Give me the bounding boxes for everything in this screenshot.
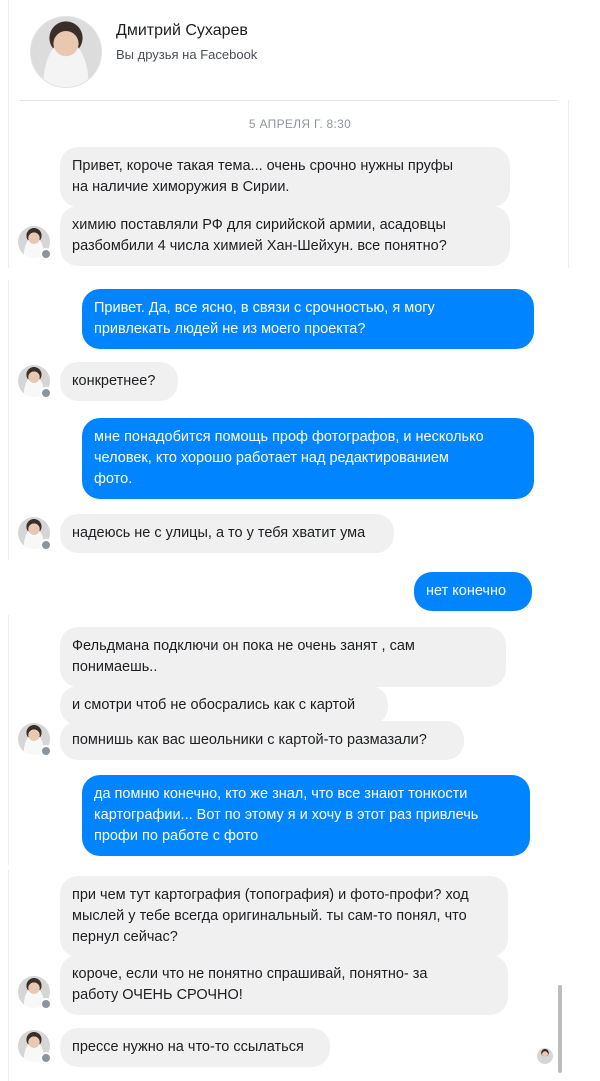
message-bubble[interactable]: при чем тут картография (топография) и ф… xyxy=(60,876,508,957)
message-bubble[interactable]: и смотри чтоб не обосрались как с картой xyxy=(60,686,388,725)
message-bubble[interactable]: надеюсь не с улицы, а то у тебя хватит у… xyxy=(60,514,394,553)
facebook-badge-icon xyxy=(40,248,52,260)
message-bubble[interactable]: прессе нужно на что-то ссылаться xyxy=(60,1028,330,1067)
message-bubble[interactable]: нет конечно xyxy=(414,572,532,611)
sender-avatar[interactable] xyxy=(18,723,52,757)
scrollbar-thumb[interactable] xyxy=(558,985,562,1073)
read-receipt-avatar xyxy=(537,1048,553,1064)
segment-edge xyxy=(8,870,9,1081)
facebook-badge-icon xyxy=(40,998,52,1010)
sender-avatar[interactable] xyxy=(18,226,52,260)
sender-avatar[interactable] xyxy=(18,1030,52,1064)
sender-avatar[interactable] xyxy=(18,365,52,399)
contact-avatar[interactable] xyxy=(30,16,102,88)
facebook-badge-icon xyxy=(40,1052,52,1064)
message-bubble[interactable]: мне понадобится помощь проф фотографов, … xyxy=(82,418,534,499)
contact-name[interactable]: Дмитрий Сухарев xyxy=(116,22,248,40)
message-bubble[interactable]: да помню конечно, кто же знал, что все з… xyxy=(82,775,530,856)
facebook-badge-icon xyxy=(40,387,52,399)
contact-relationship: Вы друзья на Facebook xyxy=(116,47,258,62)
header-divider xyxy=(20,100,558,101)
message-bubble[interactable]: конкретнее? xyxy=(60,362,178,401)
conversation-header: Дмитрий Сухарев Вы друзья на Facebook xyxy=(0,0,600,100)
message-bubble[interactable]: Фельдмана подключи он пока не очень заня… xyxy=(60,627,506,687)
message-timestamp: 5 АПРЕЛЯ Г. 8:30 xyxy=(248,117,352,131)
segment-edge xyxy=(8,0,9,268)
facebook-badge-icon xyxy=(40,539,52,551)
message-bubble[interactable]: химию поставляли РФ для сирийской армии,… xyxy=(60,206,510,266)
facebook-badge-icon xyxy=(40,745,52,757)
message-bubble[interactable]: Привет, короче такая тема... очень срочн… xyxy=(60,147,510,207)
sender-avatar[interactable] xyxy=(18,517,52,551)
segment-edge xyxy=(568,100,569,268)
segment-edge xyxy=(8,280,9,560)
sender-avatar[interactable] xyxy=(18,976,52,1010)
message-bubble[interactable]: помнишь как вас шеольники с картой-то ра… xyxy=(60,721,464,760)
message-bubble[interactable]: короче, если что не понятно спрашивай, п… xyxy=(60,955,508,1015)
segment-edge xyxy=(8,615,9,865)
message-bubble[interactable]: Привет. Да, все ясно, в связи с срочност… xyxy=(82,289,534,349)
